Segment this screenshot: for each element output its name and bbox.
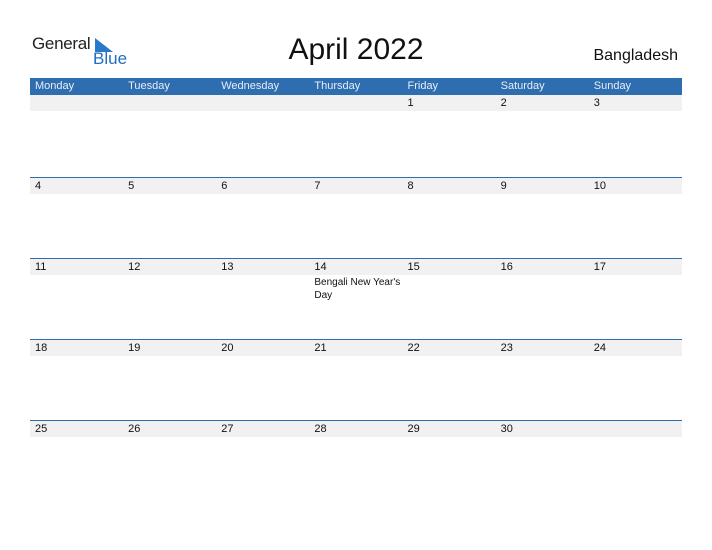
day-number-strip: 4 5 6 7 8 9 10 xyxy=(30,178,682,194)
day-event xyxy=(216,275,309,302)
day-number: 23 xyxy=(500,342,513,354)
day-number: 13 xyxy=(221,261,234,273)
day-number: 15 xyxy=(407,261,420,273)
day-event xyxy=(589,194,682,195)
day-number: 24 xyxy=(593,342,606,354)
event-area: Bengali New Year's Day xyxy=(30,275,682,302)
weekday-monday: Monday xyxy=(35,80,75,92)
day-number: 19 xyxy=(128,342,141,354)
day-number: 4 xyxy=(35,180,42,192)
day-event xyxy=(30,356,123,357)
day-event xyxy=(403,111,496,112)
event-area xyxy=(30,194,682,195)
country-label: Bangladesh xyxy=(593,47,678,64)
day-event xyxy=(123,111,216,112)
weekday-wednesday: Wednesday xyxy=(221,80,280,92)
day-number: 7 xyxy=(314,180,321,192)
day-event xyxy=(216,111,309,112)
day-event xyxy=(309,111,402,112)
day-number: 27 xyxy=(221,423,234,435)
day-event xyxy=(403,194,496,195)
day-number: 3 xyxy=(593,97,600,109)
day-event xyxy=(589,437,682,438)
day-event: Bengali New Year's Day xyxy=(314,277,401,301)
day-number: 14 xyxy=(314,261,327,273)
day-number: 10 xyxy=(593,180,606,192)
day-number: 2 xyxy=(500,97,507,109)
week-row: 1 2 3 xyxy=(30,95,682,177)
day-event xyxy=(403,437,496,438)
day-event xyxy=(496,194,589,195)
weekday-tuesday: Tuesday xyxy=(128,80,170,92)
day-event xyxy=(309,437,402,438)
day-number: 18 xyxy=(35,342,48,354)
day-event xyxy=(309,356,402,357)
day-event xyxy=(589,356,682,357)
day-number: 12 xyxy=(128,261,141,273)
day-number-strip: 25 26 27 28 29 30 xyxy=(30,421,682,437)
day-event xyxy=(589,111,682,112)
calendar-grid: Monday Tuesday Wednesday Thursday Friday… xyxy=(30,78,682,501)
day-number: 5 xyxy=(128,180,135,192)
day-number: 20 xyxy=(221,342,234,354)
day-number: 9 xyxy=(500,180,507,192)
day-number-strip: 18 19 20 21 22 23 24 xyxy=(30,340,682,356)
day-event xyxy=(123,356,216,357)
weekday-thursday: Thursday xyxy=(314,80,361,92)
event-area xyxy=(30,437,682,438)
day-number: 26 xyxy=(128,423,141,435)
day-event xyxy=(30,437,123,438)
day-event xyxy=(30,111,123,112)
day-number: 16 xyxy=(500,261,513,273)
day-number: 29 xyxy=(407,423,420,435)
day-event xyxy=(403,275,496,302)
day-number: 21 xyxy=(314,342,327,354)
weekday-sunday: Sunday xyxy=(593,80,632,92)
weekday-header: Monday Tuesday Wednesday Thursday Friday… xyxy=(30,78,682,95)
event-area xyxy=(30,356,682,357)
day-number xyxy=(216,95,309,111)
day-number: 22 xyxy=(407,342,420,354)
day-number: 28 xyxy=(314,423,327,435)
week-row: 25 26 27 28 29 30 xyxy=(30,420,682,501)
day-event xyxy=(403,356,496,357)
day-number: 6 xyxy=(221,180,228,192)
day-event xyxy=(30,275,123,302)
day-number: 25 xyxy=(35,423,48,435)
day-number: 8 xyxy=(407,180,414,192)
day-number: 17 xyxy=(593,261,606,273)
weekday-friday: Friday xyxy=(407,80,439,92)
day-event xyxy=(309,194,402,195)
day-event xyxy=(496,111,589,112)
day-number xyxy=(309,95,402,111)
event-area xyxy=(30,111,682,112)
week-row: 11 12 13 14 15 16 17 Bengali New Year's Day xyxy=(30,258,682,339)
day-number-strip: 11 12 13 14 15 16 17 xyxy=(30,259,682,275)
day-event xyxy=(123,275,216,302)
week-row: 4 5 6 7 8 9 10 xyxy=(30,177,682,258)
day-event xyxy=(30,194,123,195)
week-row: 18 19 20 21 22 23 24 xyxy=(30,339,682,420)
day-event xyxy=(496,356,589,357)
day-number: 11 xyxy=(35,261,47,273)
day-number xyxy=(30,95,123,111)
day-event xyxy=(123,194,216,195)
day-number: 1 xyxy=(407,97,414,109)
day-number: 30 xyxy=(500,423,513,435)
day-number xyxy=(589,421,682,437)
weekday-saturday: Saturday xyxy=(500,80,545,92)
day-number-strip: 1 2 3 xyxy=(30,95,682,111)
day-event xyxy=(216,437,309,438)
day-event xyxy=(123,437,216,438)
day-event xyxy=(496,437,589,438)
day-event xyxy=(216,194,309,195)
day-event xyxy=(216,356,309,357)
day-event xyxy=(589,275,682,302)
day-event xyxy=(496,275,589,302)
day-number xyxy=(123,95,216,111)
